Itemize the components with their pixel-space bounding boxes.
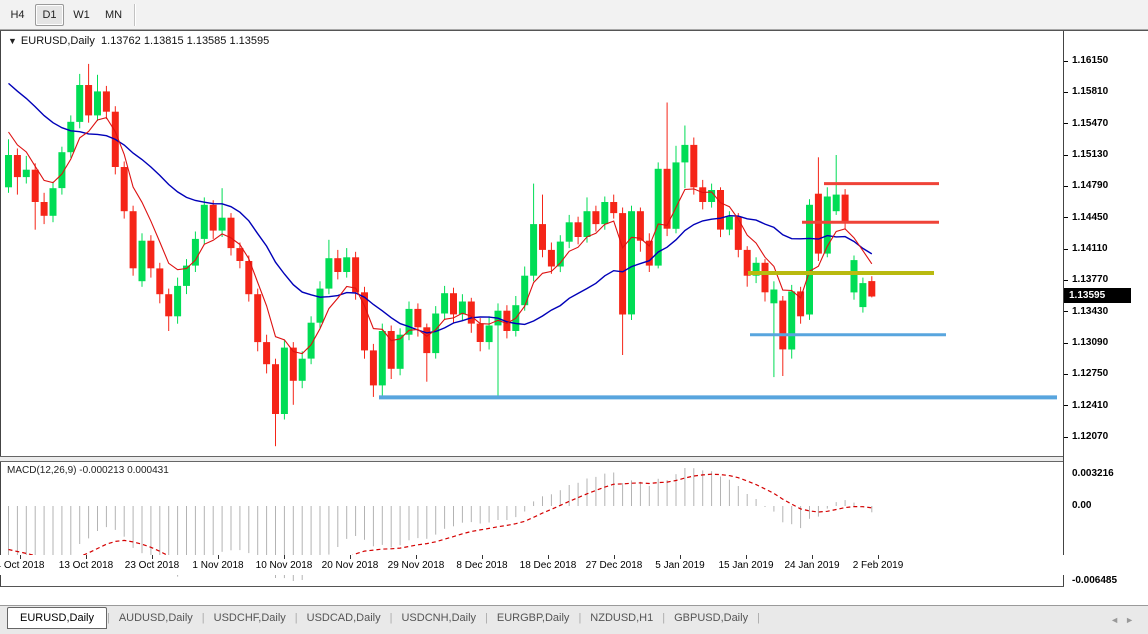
chart-tab-nzdusd[interactable]: NZDUSD,H1 (581, 608, 662, 627)
date-axis[interactable]: 4 Oct 2018 13 Oct 2018 23 Oct 2018 1 Nov 20… (0, 555, 1148, 575)
date-tick (350, 555, 351, 559)
price-scale[interactable]: 1.13595 1.16150 1.15810 1.15470 1.15130 1.14… (1063, 31, 1148, 586)
timeframe-button-h4[interactable]: H4 (3, 4, 32, 26)
price-axis-label: 1.12070 (1072, 431, 1108, 443)
chart-tab-usdcad[interactable]: USDCAD,Daily (298, 608, 390, 627)
price-pane[interactable]: ▼ EURUSD,Daily 1.13762 1.13815 1.13585 1.… (0, 31, 1064, 456)
macd-indicator-label: MACD(12,26,9) -0.000213 0.000431 (7, 465, 169, 476)
price-tick (1064, 186, 1068, 187)
chart-title: ▼ EURUSD,Daily 1.13762 1.13815 1.13585 1.… (8, 35, 269, 47)
price-axis-label: 1.14790 (1072, 180, 1108, 192)
date-tick (20, 555, 21, 559)
date-axis-label: 23 Oct 2018 (125, 560, 179, 571)
date-axis-label: 18 Dec 2018 (520, 560, 577, 571)
date-axis-label: 10 Nov 2018 (256, 560, 313, 571)
price-axis-label: 1.13770 (1072, 274, 1108, 286)
date-axis-label: 27 Dec 2018 (586, 560, 643, 571)
price-axis-label: 1.16150 (1072, 55, 1108, 67)
macd-axis-label: 0.003216 (1072, 468, 1114, 480)
tab-separator: | (757, 612, 760, 624)
timeframe-button-w1[interactable]: W1 (67, 4, 96, 26)
chart-tab-eurgbp[interactable]: EURGBP,Daily (488, 608, 579, 627)
price-axis-label: 1.12410 (1072, 400, 1108, 412)
ohlc-values: 1.13762 1.13815 1.13585 1.13595 (101, 35, 269, 47)
date-tick (548, 555, 549, 559)
date-tick (614, 555, 615, 559)
terminal-window: H4D1W1MN ▼ EURUSD,Daily 1.13762 1.13815 1… (0, 0, 1148, 634)
candlestick-chart[interactable] (1, 31, 1064, 456)
date-axis-label: 5 Jan 2019 (655, 560, 705, 571)
date-axis-label: 24 Jan 2019 (784, 560, 839, 571)
price-axis-label: 1.15130 (1072, 149, 1108, 161)
toolbar-separator (134, 4, 136, 26)
price-tick (1064, 374, 1068, 375)
macd-axis-label: 0.00 (1072, 500, 1091, 512)
price-tick (1064, 217, 1068, 218)
date-tick (482, 555, 483, 559)
chart-tab-usdchf[interactable]: USDCHF,Daily (205, 608, 295, 627)
date-axis-label: 13 Oct 2018 (59, 560, 113, 571)
price-axis-label: 1.13090 (1072, 337, 1108, 349)
price-tick (1064, 92, 1068, 93)
date-axis-label: 4 Oct 2018 (0, 560, 44, 571)
price-axis-label: 1.12750 (1072, 368, 1108, 380)
tab-scroll-arrows: ◄► (1110, 615, 1140, 625)
chart-tab-usdcnh[interactable]: USDCNH,Daily (392, 608, 485, 627)
date-tick (218, 555, 219, 559)
date-tick (680, 555, 681, 559)
current-price-tag: 1.13595 (1064, 288, 1131, 303)
date-tick (152, 555, 153, 559)
date-tick (878, 555, 879, 559)
date-axis-label: 29 Nov 2018 (388, 560, 445, 571)
chart-tab-gbpusd[interactable]: GBPUSD,Daily (665, 608, 757, 627)
tab-scroll-right-icon[interactable]: ► (1125, 615, 1140, 625)
chart-tab-audusd[interactable]: AUDUSD,Daily (110, 608, 202, 627)
chart-tab-bar: EURUSD,Daily|AUDUSD,Daily|USDCHF,Daily|U… (0, 605, 1148, 634)
macd-values: -0.000213 0.000431 (79, 465, 169, 476)
date-tick (416, 555, 417, 559)
timeframe-toolbar: H4D1W1MN (0, 0, 1148, 30)
price-tick (1064, 61, 1068, 62)
price-tick (1064, 280, 1068, 281)
date-axis-label: 8 Dec 2018 (456, 560, 507, 571)
price-axis-label: 1.14110 (1072, 243, 1108, 255)
price-tick (1064, 155, 1068, 156)
timeframe-button-mn[interactable]: MN (99, 4, 128, 26)
timeframe-button-d1[interactable]: D1 (35, 4, 64, 26)
price-axis-label: 1.14450 (1072, 212, 1108, 224)
symbol-label: EURUSD,Daily (21, 35, 95, 47)
collapse-triangle-icon[interactable]: ▼ (8, 36, 17, 46)
date-axis-label: 1 Nov 2018 (192, 560, 243, 571)
macd-axis-label: -0.006485 (1072, 575, 1117, 587)
date-axis-label: 20 Nov 2018 (322, 560, 379, 571)
price-tick (1064, 249, 1068, 250)
date-tick (284, 555, 285, 559)
price-tick (1064, 311, 1068, 312)
price-tick (1064, 405, 1068, 406)
date-tick (812, 555, 813, 559)
price-tick (1064, 343, 1068, 344)
date-tick (86, 555, 87, 559)
price-axis-label: 1.15810 (1072, 86, 1108, 98)
date-axis-label: 15 Jan 2019 (718, 560, 773, 571)
chart-window: ▼ EURUSD,Daily 1.13762 1.13815 1.13585 1.… (0, 30, 1148, 586)
tab-scroll-left-icon[interactable]: ◄ (1110, 615, 1125, 625)
date-axis-label: 2 Feb 2019 (853, 560, 904, 571)
price-axis-label: 1.13430 (1072, 306, 1108, 318)
date-tick (746, 555, 747, 559)
price-tick (1064, 123, 1068, 124)
price-axis-label: 1.15470 (1072, 118, 1108, 130)
price-tick (1064, 437, 1068, 438)
chart-tab-eurusd[interactable]: EURUSD,Daily (7, 607, 107, 629)
